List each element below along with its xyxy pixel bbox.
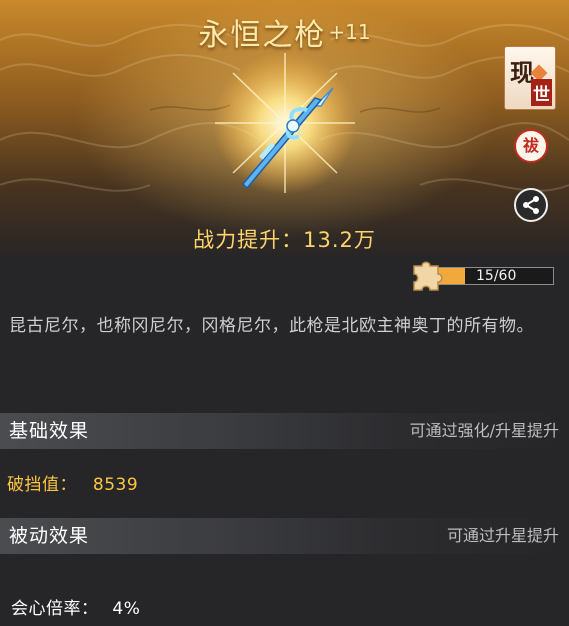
item-showcase: 永恒之枪 +11 战力提升：13.2万 [0,0,569,260]
fragment-progress: 15/60 [410,258,556,292]
item-level: +11 [328,20,371,44]
base-stat-value: 8539 [92,475,139,495]
puzzle-piece-icon [413,261,443,291]
passive-effect-title: 被动效果 [9,525,90,547]
fragment-progress-track: 15/60 [435,267,554,285]
power-increase: 战力提升：13.2万 [193,228,376,252]
passive-effect-header: 被动效果 可通过升星提升 [0,518,569,554]
base-effect-stat: 破挡值： 8539 [7,470,138,495]
passive-stat-label: 会心倍率： [11,599,99,619]
seal-icon[interactable]: 祓 [514,129,548,163]
base-stat-label: 破挡值： [7,475,77,495]
passive-effect-stat: 会心倍率： 4% [11,594,140,619]
item-description: 昆古尼尔，也称冈尼尔，冈格尼尔，此枪是北欧主神奥丁的所有物。 [9,316,534,336]
base-effect-title: 基础效果 [9,420,90,442]
passive-effect-hint: 可通过升星提升 [446,526,559,545]
origin-badge-icon[interactable]: 现 世 [504,46,556,110]
passive-stat-value: 4% [112,599,141,619]
spear-weapon-icon [203,48,367,198]
fragment-count: 15/60 [476,268,517,284]
base-effect-header: 基础效果 可通过强化/升星提升 [0,413,569,449]
share-icon[interactable] [514,188,548,222]
base-effect-hint: 可通过强化/升星提升 [409,421,559,440]
origin-badge-bottom: 世 [531,79,552,106]
